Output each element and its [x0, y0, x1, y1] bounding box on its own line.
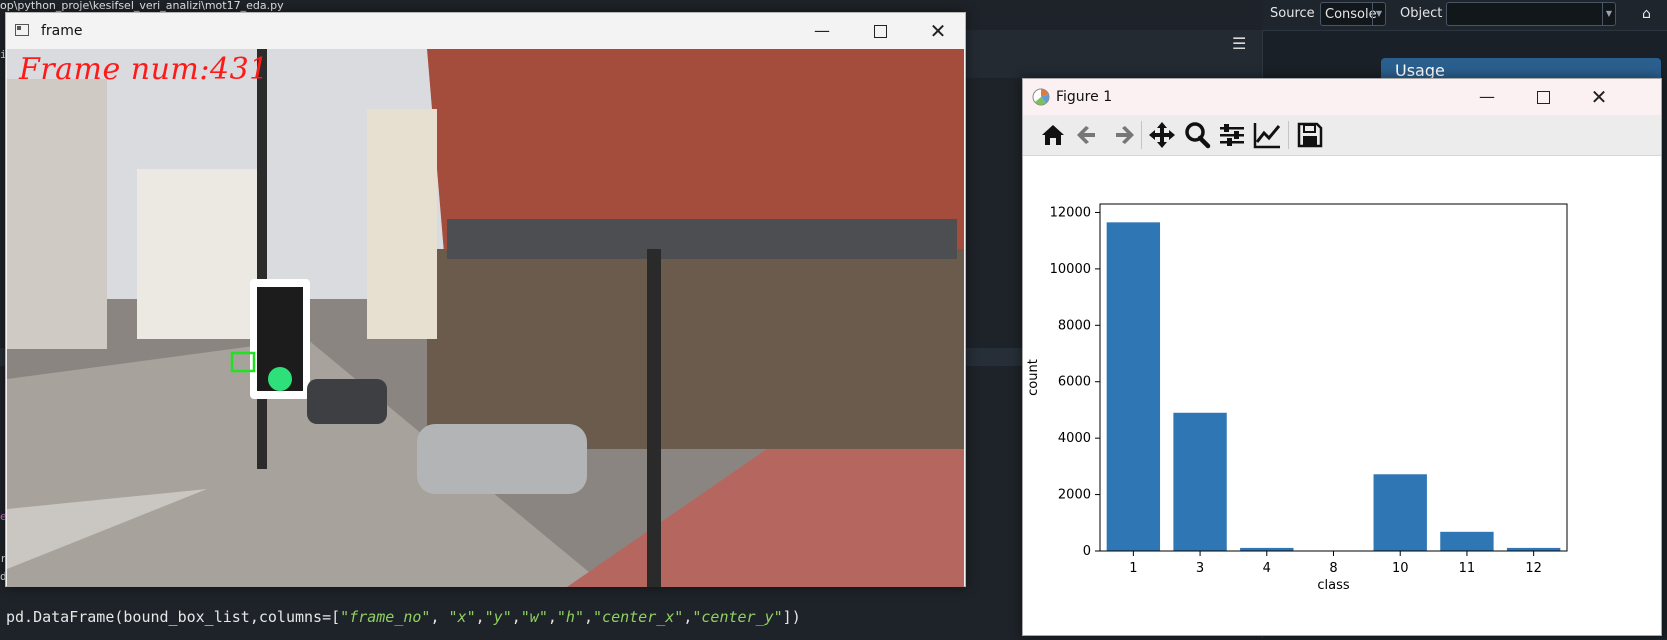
- object-select[interactable]: ▼: [1446, 2, 1616, 26]
- object-label: Object: [1400, 6, 1443, 21]
- minimize-button[interactable]: —: [799, 15, 845, 47]
- code-string: "frame_no": [340, 608, 431, 626]
- save-icon: [1297, 122, 1323, 148]
- forward-arrow-icon: [1116, 126, 1134, 144]
- window-icon: [15, 24, 29, 36]
- source-select[interactable]: Console ▼: [1320, 2, 1386, 26]
- close-button[interactable]: ✕: [915, 15, 961, 47]
- x-axis-label: class: [1317, 578, 1349, 593]
- window-title: frame: [41, 23, 83, 39]
- subplots-icon: [1220, 124, 1244, 146]
- maximize-button[interactable]: [1520, 81, 1566, 113]
- y-tick-label: 10000: [1050, 262, 1091, 277]
- code-string: "center_y": [692, 608, 783, 626]
- zoom-icon: [1185, 122, 1211, 149]
- chevron-down-icon: ▼: [1602, 3, 1615, 25]
- minimize-button[interactable]: —: [1464, 81, 1510, 113]
- code-string: "w": [520, 608, 548, 626]
- code-string: "x": [448, 608, 476, 626]
- frame-window: frame — ✕ Frame num:431: [5, 12, 966, 587]
- save-button[interactable]: [1293, 118, 1327, 152]
- frame-number-label: Frame num:431: [19, 52, 269, 87]
- y-tick-label: 0: [1083, 544, 1091, 559]
- window-title: Figure 1: [1056, 89, 1113, 105]
- x-tick-label: 12: [1525, 561, 1542, 576]
- title-bar[interactable]: frame — ✕: [6, 13, 965, 49]
- code-text: ,: [683, 608, 693, 626]
- code-text: ,: [547, 608, 557, 626]
- forward-button[interactable]: [1106, 118, 1140, 152]
- x-tick-label: 8: [1329, 561, 1337, 576]
- editor-tabbar: [962, 30, 1262, 78]
- file-path: op\python_proje\kesifsel_veri_analizi\mo…: [0, 0, 284, 12]
- video-frame: Frame num:431: [7, 49, 964, 587]
- x-tick-label: 10: [1392, 561, 1409, 576]
- plot-frame: [1099, 203, 1568, 552]
- hamburger-menu-icon[interactable]: ☰: [1232, 34, 1246, 53]
- toolbar-separator: [1141, 121, 1142, 149]
- zoom-button[interactable]: [1180, 118, 1214, 152]
- toolbar-separator: [1288, 121, 1289, 149]
- source-label: Source: [1270, 6, 1315, 21]
- bar: [1106, 222, 1161, 551]
- code-string: "center_x": [593, 608, 684, 626]
- y-tick-label: 6000: [1058, 375, 1091, 390]
- code-string: "h": [556, 608, 584, 626]
- code-text: ,: [511, 608, 521, 626]
- maximize-button[interactable]: [857, 15, 903, 47]
- subplots-button[interactable]: [1215, 118, 1249, 152]
- pan-button[interactable]: [1145, 118, 1179, 152]
- axes-edit-button[interactable]: [1250, 118, 1284, 152]
- chevron-down-icon: ▼: [1372, 3, 1385, 25]
- code-text: ,: [475, 608, 485, 626]
- help-toolbar: Source Console ▼ Object ▼: [1262, 0, 1667, 31]
- maximize-icon: [873, 25, 887, 38]
- home-icon: [1042, 125, 1064, 145]
- bar: [1373, 474, 1427, 551]
- pan-icon: [1149, 122, 1175, 148]
- y-tick-label: 8000: [1058, 318, 1091, 333]
- title-bar[interactable]: Figure 1 — ✕: [1023, 79, 1661, 115]
- code-text: pd.DataFrame(bound_box_list,columns=[: [6, 608, 341, 626]
- source-value: Console: [1325, 7, 1377, 22]
- bar: [1440, 531, 1494, 551]
- y-tick-label: 4000: [1058, 431, 1091, 446]
- y-tick-label: 2000: [1058, 488, 1091, 503]
- x-tick-label: 3: [1196, 561, 1204, 576]
- bar-chart: 0 2000 4000 6000 8000 10000 12000 1 3 4 8 10 11 12 cla…: [1026, 203, 1568, 593]
- figure-toolbar: [1023, 115, 1661, 156]
- matplotlib-logo-icon: [1032, 88, 1050, 106]
- code-line[interactable]: pd.DataFrame(bound_box_list,columns=["fr…: [6, 608, 801, 626]
- code-string: "y": [484, 608, 512, 626]
- x-tick-label: 11: [1459, 561, 1476, 576]
- x-tick-label: 4: [1263, 561, 1271, 576]
- code-text: ]): [782, 608, 801, 626]
- chart-area: 0 2000 4000 6000 8000 10000 12000 1 3 4 8 10 11 12 cla…: [1023, 156, 1661, 635]
- bar: [1173, 412, 1227, 551]
- back-arrow-icon: [1077, 126, 1095, 144]
- code-text: ,: [430, 608, 449, 626]
- close-button[interactable]: ✕: [1576, 81, 1622, 113]
- figure-window: Figure 1 — ✕ 0 2000 4000 6000 8000 10000…: [1022, 78, 1662, 636]
- home-icon[interactable]: ⌂: [1642, 6, 1651, 22]
- axes-edit-icon: [1253, 123, 1281, 149]
- y-axis-label: count: [1026, 359, 1041, 396]
- maximize-icon: [1536, 91, 1550, 104]
- street-scene-image: [7, 49, 964, 587]
- code-text: ,: [583, 608, 594, 626]
- back-button[interactable]: [1071, 118, 1105, 152]
- x-tick-label: 1: [1129, 561, 1137, 576]
- y-tick-label: 12000: [1050, 205, 1091, 220]
- home-button[interactable]: [1036, 118, 1070, 152]
